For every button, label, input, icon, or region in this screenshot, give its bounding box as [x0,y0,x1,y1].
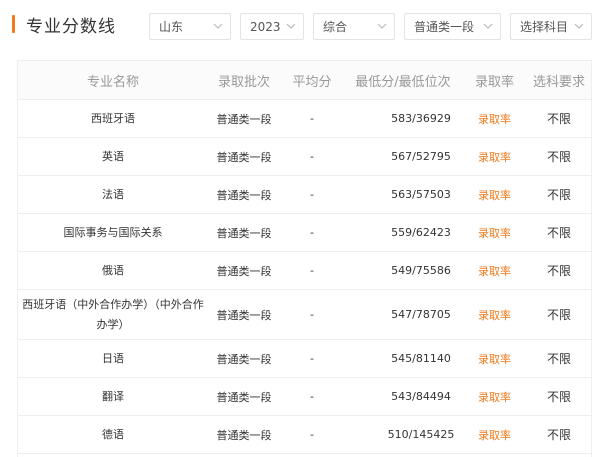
major-name: 西班牙语 [18,99,208,138]
average-score: - [280,289,344,340]
score-table-container: 专业名称 录取批次 平均分 最低分/最低位次 录取率 选科要求 西班牙语 普通类… [17,60,592,457]
admission-batch: 普通类一段 [208,175,280,214]
average-score: - [280,213,344,252]
major-name: 法语 [18,175,208,214]
type-select-value: 综合 [323,20,348,34]
table-row: 日语 普通类一段 - 545/81140 录取率 不限 [18,339,591,378]
major-name: 翻译 [18,377,208,416]
admission-rate-link[interactable]: 录取率 [462,415,527,454]
subject-requirement: 不限 [527,377,591,416]
admission-rate-link[interactable]: 录取率 [462,175,527,214]
subject-requirement: 不限 [527,415,591,454]
chevron-down-icon [574,23,584,29]
chevron-down-icon [483,23,493,29]
table-row: 翻译 普通类一段 - 543/84494 录取率 不限 [18,377,591,416]
page-header: 专业分数线 山东 2023 综合 普通类一段 选择科目 [0,0,600,50]
table-row: 俄语 普通类一段 - 549/75586 录取率 不限 [18,251,591,290]
subject-requirement: 不限 [527,137,591,176]
admission-batch: 普通类一段 [208,377,280,416]
min-score-rank: 563/57503 [344,175,462,214]
admission-rate-link[interactable]: 录取率 [462,137,527,176]
admission-batch: 普通类一段 [208,415,280,454]
table-header-row: 专业名称 录取批次 平均分 最低分/最低位次 录取率 选科要求 [18,61,591,100]
average-score: - [280,137,344,176]
province-select[interactable]: 山东 [149,13,231,40]
subject-requirement: 不限 [527,99,591,138]
admission-rate-link[interactable]: 录取率 [462,289,527,340]
min-score-rank: 547/78705 [344,289,462,340]
min-score-rank: 549/75586 [344,251,462,290]
chevron-down-icon [377,23,387,29]
admission-rate-link[interactable]: 录取率 [462,339,527,378]
admission-rate-link[interactable]: 录取率 [462,99,527,138]
batch-select-value: 普通类一段 [414,20,475,34]
table-row: 英语 普通类一段 - 567/52795 录取率 不限 [18,137,591,176]
admission-batch: 普通类一段 [208,213,280,252]
major-name: 日语 [18,339,208,378]
batch-select[interactable]: 普通类一段 [404,13,501,40]
average-score: - [280,377,344,416]
min-score-rank: 559/62423 [344,213,462,252]
major-name: 德语 [18,415,208,454]
min-score-rank: 510/145425 [344,415,462,454]
chevron-down-icon [286,23,296,29]
admission-rate-link[interactable]: 录取率 [462,377,527,416]
major-name: 英语 [18,137,208,176]
column-header-major: 专业名称 [18,61,208,100]
min-score-rank: 583/36929 [344,99,462,138]
average-score: - [280,415,344,454]
admission-batch: 普通类一段 [208,289,280,340]
admission-rate-link[interactable]: 录取率 [462,251,527,290]
major-name: 国际事务与国际关系 [18,213,208,252]
year-select-value: 2023 [250,19,281,34]
min-score-rank: 543/84494 [344,377,462,416]
subject-select-value: 选择科目 [520,20,569,34]
min-score-rank: 545/81140 [344,339,462,378]
title-accent-bar [12,15,15,33]
column-header-subject-requirement: 选科要求 [527,61,591,100]
table-row: 西班牙语（中外合作办学）（中外合作办学） 普通类一段 - 547/78705 录… [18,289,591,340]
type-select[interactable]: 综合 [313,13,395,40]
subject-select[interactable]: 选择科目 [510,13,592,40]
table-row: 西班牙语 普通类一段 - 583/36929 录取率 不限 [18,99,591,138]
subject-requirement: 不限 [527,339,591,378]
admission-batch: 普通类一段 [208,339,280,378]
admission-batch: 普通类一段 [208,251,280,290]
column-header-admission-rate: 录取率 [462,61,527,100]
column-header-min-score-rank: 最低分/最低位次 [344,61,462,100]
subject-requirement: 不限 [527,289,591,340]
average-score: - [280,175,344,214]
admission-batch: 普通类一段 [208,137,280,176]
column-header-average: 平均分 [280,61,344,100]
subject-requirement: 不限 [527,175,591,214]
admission-batch: 普通类一段 [208,99,280,138]
major-name: 西班牙语（中外合作办学）（中外合作办学） [18,289,208,340]
column-header-batch: 录取批次 [208,61,280,100]
page-title: 专业分数线 [26,17,116,37]
year-select[interactable]: 2023 [240,13,304,40]
subject-requirement: 不限 [527,251,591,290]
subject-requirement: 不限 [527,213,591,252]
admission-rate-link[interactable]: 录取率 [462,213,527,252]
chevron-down-icon [213,23,223,29]
province-select-value: 山东 [159,20,184,34]
score-table: 专业名称 录取批次 平均分 最低分/最低位次 录取率 选科要求 西班牙语 普通类… [18,61,591,454]
average-score: - [280,99,344,138]
table-row: 德语 普通类一段 - 510/145425 录取率 不限 [18,415,591,454]
table-row: 国际事务与国际关系 普通类一段 - 559/62423 录取率 不限 [18,213,591,252]
average-score: - [280,251,344,290]
average-score: - [280,339,344,378]
min-score-rank: 567/52795 [344,137,462,176]
major-name: 俄语 [18,251,208,290]
table-row: 法语 普通类一段 - 563/57503 录取率 不限 [18,175,591,214]
